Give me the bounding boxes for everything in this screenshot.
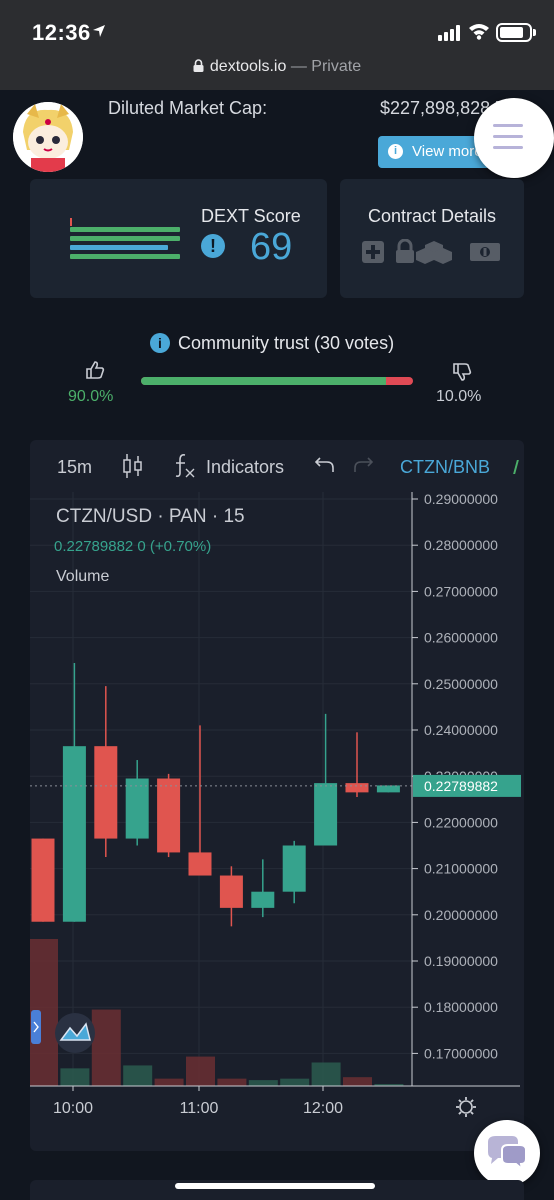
volume-bar <box>343 1077 372 1086</box>
undo-icon[interactable] <box>315 456 335 474</box>
candle-body <box>314 783 338 846</box>
info-icon: i <box>150 333 170 353</box>
dext-score-card[interactable]: DEXT Score ! 69 <box>30 179 327 298</box>
time-tick-label: 12:00 <box>303 1100 343 1117</box>
indicators-button[interactable]: Indicators <box>206 457 284 478</box>
market-cap-label: Diluted Market Cap: <box>108 98 268 118</box>
volume-bar <box>186 1056 215 1086</box>
interval-button[interactable]: 15m <box>57 457 92 478</box>
chat-button[interactable] <box>474 1120 540 1186</box>
cash-icon <box>470 243 500 261</box>
thumbs-up-icon[interactable] <box>85 360 105 380</box>
candle-body <box>345 783 369 793</box>
contract-icons <box>362 239 500 264</box>
score-bars-icon <box>70 227 180 263</box>
score-marker <box>70 218 72 226</box>
redo-icon[interactable] <box>353 456 373 474</box>
candle-body <box>188 852 212 876</box>
volume-bar <box>248 1080 278 1086</box>
contract-details-title: Contract Details <box>367 206 497 226</box>
price-tick-label: 0.17000000 <box>424 1045 498 1061</box>
home-indicator[interactable] <box>175 1183 375 1189</box>
candle-body <box>62 746 86 922</box>
price-tick-label: 0.18000000 <box>424 999 498 1015</box>
volume-bar <box>60 1068 90 1086</box>
info-icon: i <box>388 144 403 159</box>
candle-body <box>31 838 55 922</box>
pair-selector[interactable]: CTZN/BNB <box>400 457 490 478</box>
candle-body <box>282 845 306 892</box>
price-tick-label: 0.20000000 <box>424 907 498 923</box>
volume-label: Volume <box>56 568 110 585</box>
cellular-signal-icon <box>438 25 460 41</box>
thumbs-down-icon[interactable] <box>452 362 472 382</box>
price-tick-label: 0.24000000 <box>424 722 498 738</box>
time-tick-label: 11:00 <box>180 1100 219 1117</box>
positive-votes-percent: 90.0% <box>68 388 114 405</box>
location-arrow-icon <box>93 25 105 37</box>
battery-icon <box>496 23 532 42</box>
volume-bar <box>91 1009 121 1086</box>
candle-body <box>125 778 149 839</box>
chart-toolbar: 15m Indicators CTZN/BNB <box>30 440 524 492</box>
price-tick-label: 0.22000000 <box>424 814 498 830</box>
menu-button[interactable] <box>474 98 554 178</box>
community-trust-title: Community trust (30 votes) <box>178 333 395 353</box>
price-tick-label: 0.21000000 <box>424 861 498 877</box>
current-price-label: 0.22789882 <box>424 778 498 794</box>
dext-score-value: 69 <box>250 226 293 268</box>
candle-body <box>157 778 181 853</box>
url-domain: dextools.io <box>209 58 287 75</box>
url-bar[interactable]: dextools.io — Private <box>0 58 554 76</box>
clock: 12:36 <box>32 20 91 45</box>
plus-icon <box>362 241 384 263</box>
volume-bar <box>217 1078 247 1086</box>
view-more-label: View more <box>412 143 483 160</box>
price-tick-label: 0.26000000 <box>424 630 498 646</box>
candle-body <box>219 875 243 908</box>
status-bar: 12:36 dextools.io — Private <box>0 0 554 90</box>
candle-body <box>376 785 400 793</box>
token-avatar <box>13 102 83 172</box>
lock-icon <box>396 239 414 263</box>
price-tick-label: 0.19000000 <box>424 953 498 969</box>
function-icon[interactable] <box>174 453 196 479</box>
wifi-icon <box>469 24 489 40</box>
price-tick-label: 0.27000000 <box>424 583 498 599</box>
private-label: — Private <box>290 58 362 75</box>
price-tick-label: 0.28000000 <box>424 537 498 553</box>
lock-icon <box>193 59 204 72</box>
volume-bar <box>154 1078 184 1086</box>
cubes-icon <box>416 241 452 264</box>
settings-icon[interactable] <box>456 1097 476 1117</box>
chart-price-line: 0.22789882 0 (+0.70%) <box>54 538 212 555</box>
contract-details-card[interactable]: Contract Details <box>340 179 524 298</box>
candles-icon[interactable] <box>122 453 144 479</box>
dext-score-title: DEXT Score <box>201 206 301 226</box>
volume-bar <box>123 1065 153 1086</box>
volume-bar <box>311 1062 341 1086</box>
volume-bar <box>280 1078 310 1086</box>
negative-votes-percent: 10.0% <box>436 388 482 405</box>
toolbar-separator <box>513 460 519 474</box>
candle-body <box>94 746 118 839</box>
price-chart[interactable]: 0.29000000 0.28000000 0.27000000 0.26000000… <box>30 440 524 1151</box>
price-tick-label: 0.29000000 <box>424 491 498 507</box>
candle-body <box>251 891 275 908</box>
chart-symbol-label: CTZN/USD · PAN · 15 <box>56 506 245 527</box>
collapse-handle <box>31 1010 41 1044</box>
warning-icon[interactable]: ! <box>201 234 225 258</box>
chat-bubbles-icon <box>488 1136 527 1172</box>
trust-bar <box>141 377 413 385</box>
price-tick-label: 0.25000000 <box>424 676 498 692</box>
time-tick-label: 10:00 <box>53 1100 93 1117</box>
